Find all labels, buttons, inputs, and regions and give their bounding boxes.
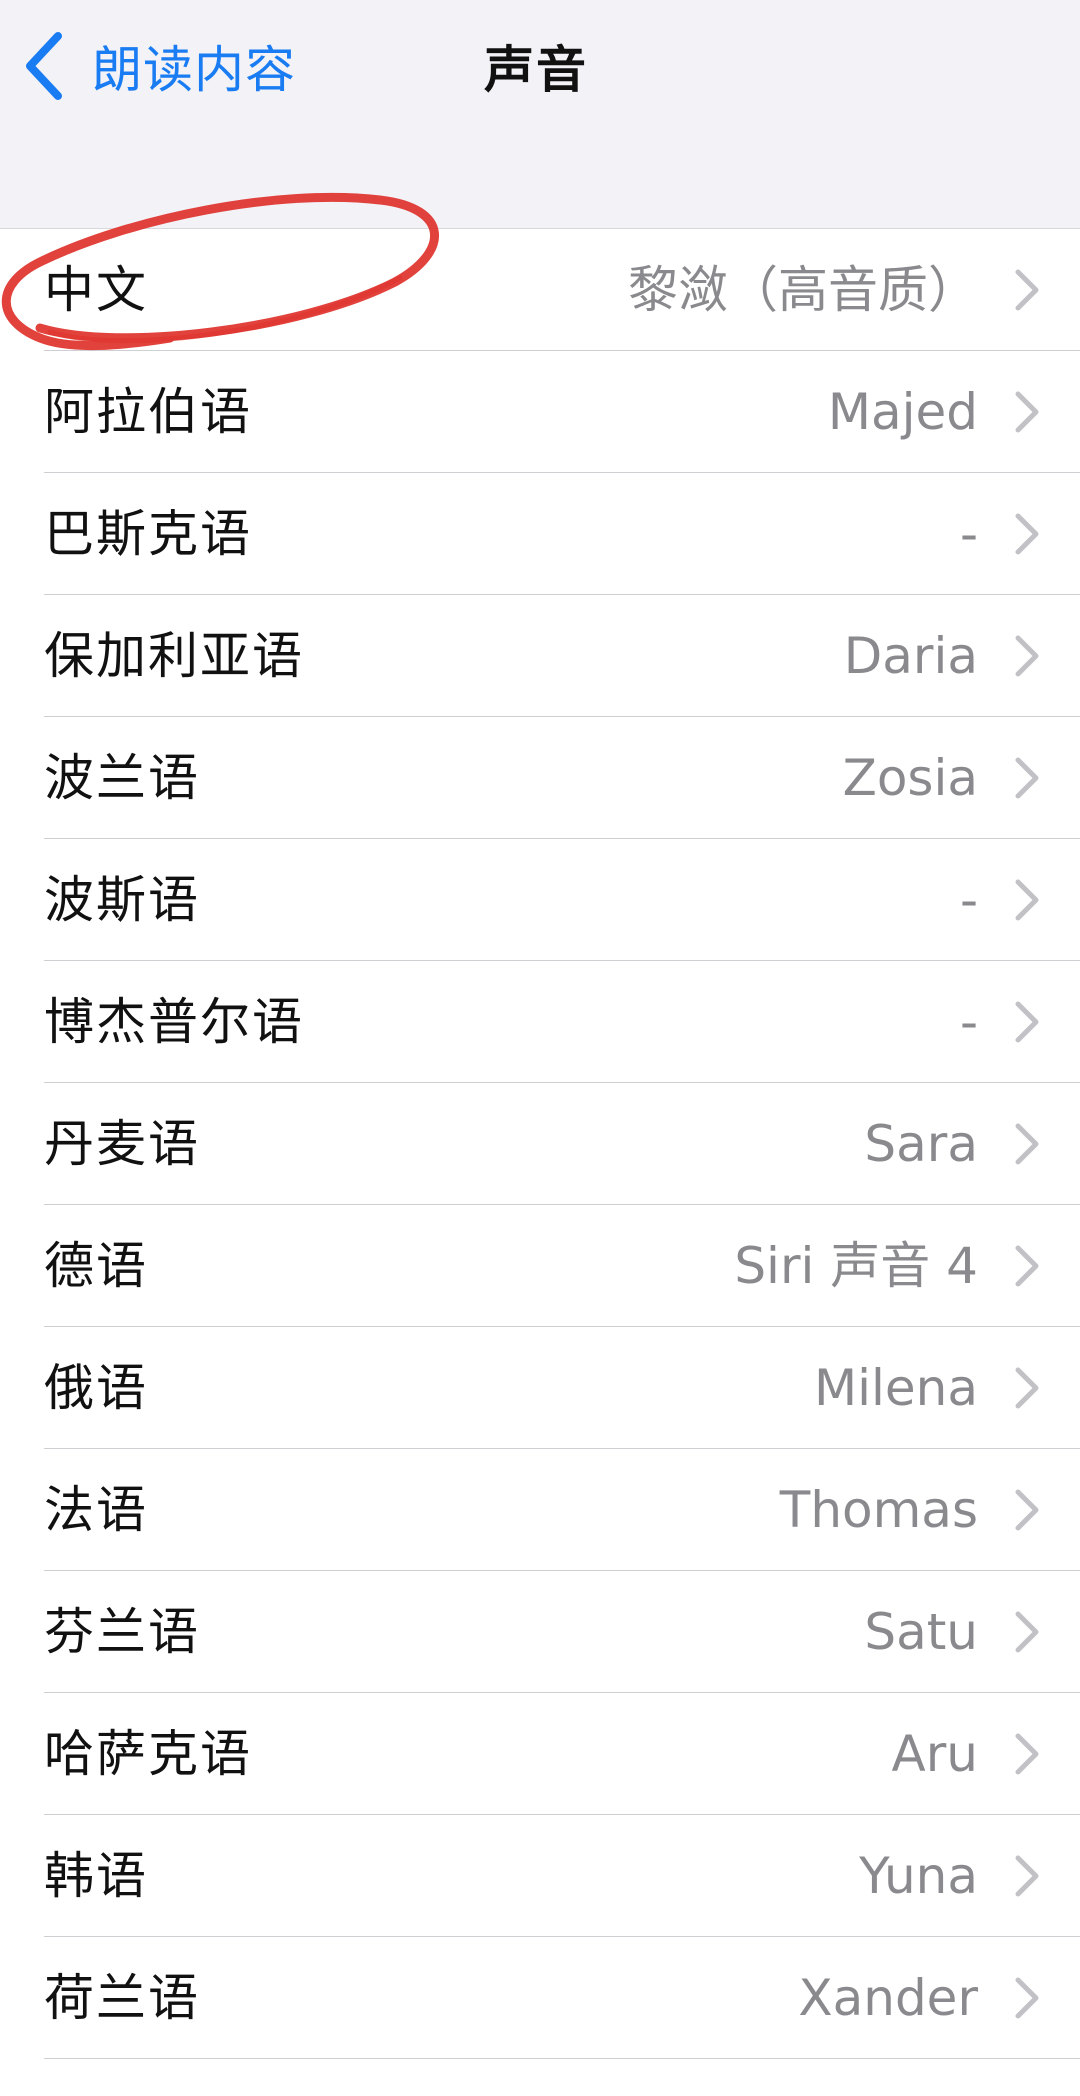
language-label: 法语	[44, 1481, 148, 1539]
chevron-right-icon	[1015, 391, 1039, 433]
language-row-bhojpuri[interactable]: 博杰普尔语 -	[0, 961, 1080, 1083]
language-row-arabic[interactable]: 阿拉伯语 Majed	[0, 351, 1080, 473]
language-label: 波兰语	[44, 749, 200, 807]
voice-value: Satu	[864, 1603, 978, 1661]
chevron-right-icon	[1015, 1123, 1039, 1165]
language-row-polish[interactable]: 波兰语 Zosia	[0, 717, 1080, 839]
language-row-partial[interactable]	[0, 2059, 1080, 2096]
navigation-bar: 朗读内容 声音	[0, 0, 1080, 229]
language-label: 中文	[44, 261, 148, 319]
chevron-right-icon	[1015, 879, 1039, 921]
chevron-right-icon	[1015, 1245, 1039, 1287]
voice-value: Zosia	[842, 749, 978, 807]
voice-value: 黎潋（高音质）	[628, 261, 978, 319]
language-row-kazakh[interactable]: 哈萨克语 Aru	[0, 1693, 1080, 1815]
language-label: 德语	[44, 1237, 148, 1295]
chevron-right-icon	[1015, 1855, 1039, 1897]
voice-value: Thomas	[779, 1481, 978, 1539]
language-label: 博杰普尔语	[44, 993, 304, 1051]
language-label: 丹麦语	[44, 1115, 200, 1173]
chevron-right-icon	[1015, 1001, 1039, 1043]
language-row-dutch[interactable]: 荷兰语 Xander	[0, 1937, 1080, 2059]
language-row-persian[interactable]: 波斯语 -	[0, 839, 1080, 961]
language-label: 巴斯克语	[44, 505, 252, 563]
back-button-label: 朗读内容	[92, 41, 296, 99]
voice-value: -	[959, 871, 978, 929]
voice-value: Aru	[891, 1725, 978, 1783]
language-label: 波斯语	[44, 871, 200, 929]
chevron-left-icon	[20, 26, 68, 106]
back-button[interactable]: 朗读内容	[20, 26, 296, 106]
language-row-russian[interactable]: 俄语 Milena	[0, 1327, 1080, 1449]
language-label: 阿拉伯语	[44, 383, 252, 441]
chevron-right-icon	[1015, 757, 1039, 799]
voice-value: Yuna	[859, 1847, 978, 1905]
language-label: 芬兰语	[44, 1603, 200, 1661]
language-row-chinese[interactable]: 中文 黎潋（高音质）	[0, 229, 1080, 351]
voice-value: Sara	[864, 1115, 978, 1173]
language-row-german[interactable]: 德语 Siri 声音 4	[0, 1205, 1080, 1327]
voice-value: Xander	[798, 1969, 978, 2027]
voice-value: Milena	[813, 1359, 978, 1417]
voice-value: -	[959, 505, 978, 563]
language-row-danish[interactable]: 丹麦语 Sara	[0, 1083, 1080, 1205]
language-label: 哈萨克语	[44, 1725, 252, 1783]
language-row-korean[interactable]: 韩语 Yuna	[0, 1815, 1080, 1937]
chevron-right-icon	[1015, 1367, 1039, 1409]
language-label: 俄语	[44, 1359, 148, 1417]
chevron-right-icon	[1015, 635, 1039, 677]
chevron-right-icon	[1015, 513, 1039, 555]
language-row-basque[interactable]: 巴斯克语 -	[0, 473, 1080, 595]
language-row-finnish[interactable]: 芬兰语 Satu	[0, 1571, 1080, 1693]
language-label: 荷兰语	[44, 1969, 200, 2027]
voice-value: -	[959, 993, 978, 1051]
chevron-right-icon	[1015, 1977, 1039, 2019]
chevron-right-icon	[1015, 269, 1039, 311]
voice-settings-screen: 朗读内容 声音 中文 黎潋（高音质） 阿拉伯语 Majed 巴斯克语 - 保加利…	[0, 0, 1080, 2096]
chevron-right-icon	[1015, 1489, 1039, 1531]
voice-value: Daria	[843, 627, 978, 685]
chevron-right-icon	[1015, 1733, 1039, 1775]
language-label: 韩语	[44, 1847, 148, 1905]
voice-value: Majed	[827, 383, 978, 441]
language-row-french[interactable]: 法语 Thomas	[0, 1449, 1080, 1571]
language-voice-list: 中文 黎潋（高音质） 阿拉伯语 Majed 巴斯克语 - 保加利亚语 Daria…	[0, 229, 1080, 2096]
page-title: 声音	[484, 41, 588, 99]
chevron-right-icon	[1015, 1611, 1039, 1653]
voice-value: Siri 声音 4	[734, 1237, 978, 1295]
language-row-bulgarian[interactable]: 保加利亚语 Daria	[0, 595, 1080, 717]
language-label: 保加利亚语	[44, 627, 304, 685]
